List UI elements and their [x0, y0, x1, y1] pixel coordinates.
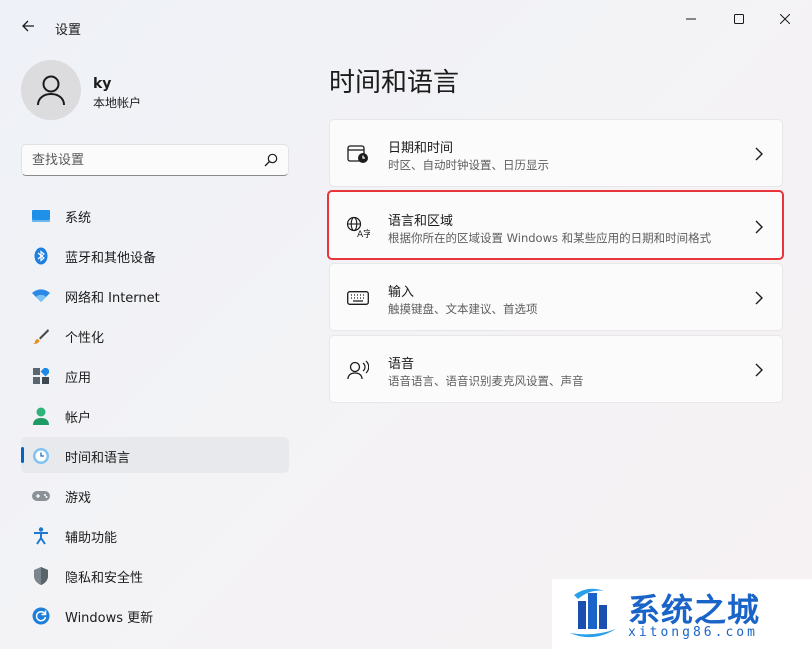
card-input[interactable]: 输入 触摸键盘、文本建议、首选项 — [329, 263, 783, 331]
card-description: 时区、自动时钟设置、日历显示 — [388, 158, 549, 172]
sidebar-item-label: 辅助功能 — [65, 531, 118, 546]
language-region-icon: A字 — [346, 216, 370, 238]
search-input[interactable] — [22, 145, 242, 175]
sidebar-item-label: 帐户 — [65, 411, 92, 426]
search-box[interactable] — [21, 144, 289, 176]
card-description: 触摸键盘、文本建议、首选项 — [388, 302, 538, 316]
user-name: ky — [93, 76, 112, 92]
sidebar-item-label: 系统 — [65, 211, 92, 226]
sidebar-item-label: 隐私和安全性 — [65, 571, 144, 586]
calendar-clock-icon — [346, 143, 370, 165]
card-language-region[interactable]: A字 语言和区域 根据你所在的区域设置 Windows 和某些应用的日期和时间格… — [327, 190, 784, 260]
sidebar-item-label: 应用 — [65, 371, 92, 386]
sidebar-item-accessibility[interactable]: 辅助功能 — [21, 517, 289, 553]
account-icon — [32, 407, 50, 425]
sidebar-item-label: 蓝牙和其他设备 — [65, 251, 157, 266]
title-bar: 设置 — [0, 0, 812, 48]
sidebar-item-apps[interactable]: 应用 — [21, 357, 289, 393]
sidebar-item-gaming[interactable]: 游戏 — [21, 477, 289, 513]
card-description: 根据你所在的区域设置 Windows 和某些应用的日期和时间格式 — [388, 231, 712, 245]
search-icon[interactable] — [264, 153, 278, 167]
sidebar-item-label: 网络和 Internet — [65, 291, 160, 306]
user-icon — [37, 75, 65, 106]
brush-icon — [32, 327, 50, 345]
card-title: 日期和时间 — [388, 141, 454, 156]
sidebar-item-personalization[interactable]: 个性化 — [21, 317, 289, 353]
svg-text:A字: A字 — [357, 228, 370, 238]
minimize-icon — [686, 18, 696, 20]
keyboard-icon — [346, 287, 370, 309]
card-title: 输入 — [388, 285, 415, 300]
sidebar-item-label: 时间和语言 — [65, 451, 131, 466]
chevron-right-icon — [755, 291, 763, 305]
maximize-icon — [734, 14, 744, 24]
shield-icon — [32, 567, 50, 585]
sidebar-item-network[interactable]: 网络和 Internet — [21, 277, 289, 313]
card-speech[interactable]: 语音 语音语言、语音识别麦克风设置、声音 — [329, 335, 783, 403]
watermark-url: xitong86.com — [628, 625, 758, 640]
sidebar-item-system[interactable]: 系统 — [21, 197, 289, 233]
wifi-icon — [32, 287, 50, 305]
sidebar-item-accounts[interactable]: 帐户 — [21, 397, 289, 433]
back-arrow-icon — [22, 20, 34, 32]
close-icon — [780, 14, 790, 24]
update-icon — [32, 607, 50, 625]
gamepad-icon — [32, 487, 50, 505]
maximize-button[interactable] — [716, 4, 762, 34]
accessibility-icon — [32, 527, 50, 545]
page-title: 时间和语言 — [329, 68, 460, 98]
time-language-icon — [32, 447, 50, 465]
sidebar-item-label: 游戏 — [65, 491, 92, 506]
apps-icon — [32, 367, 50, 385]
speech-icon — [346, 359, 370, 381]
sidebar-item-privacy[interactable]: 隐私和安全性 — [21, 557, 289, 593]
sidebar-item-label: 个性化 — [65, 331, 105, 346]
bluetooth-icon — [32, 247, 50, 265]
sidebar-item-bluetooth[interactable]: 蓝牙和其他设备 — [21, 237, 289, 273]
system-icon — [32, 207, 50, 225]
chevron-right-icon — [755, 220, 763, 234]
card-description: 语音语言、语音识别麦克风设置、声音 — [388, 374, 584, 388]
sidebar-item-label: Windows 更新 — [65, 611, 154, 626]
card-title: 语言和区域 — [388, 214, 454, 229]
sidebar-item-time-language[interactable]: 时间和语言 — [21, 437, 289, 473]
sidebar-nav: 系统 蓝牙和其他设备 网络和 Internet 个性化 应用 帐户 时间和语言 … — [21, 197, 289, 637]
card-title: 语音 — [388, 357, 415, 372]
account-type: 本地帐户 — [93, 96, 142, 110]
site-watermark: 系统之城 xitong86.com — [552, 579, 812, 649]
chevron-right-icon — [755, 147, 763, 161]
avatar[interactable] — [21, 60, 81, 120]
close-button[interactable] — [762, 4, 808, 34]
card-date-time[interactable]: 日期和时间 时区、自动时钟设置、日历显示 — [329, 119, 783, 187]
minimize-button[interactable] — [668, 4, 714, 34]
app-title: 设置 — [55, 23, 82, 38]
sidebar-item-windows-update[interactable]: Windows 更新 — [21, 597, 289, 633]
watermark-logo-icon — [570, 588, 616, 638]
back-button[interactable] — [14, 12, 42, 40]
chevron-right-icon — [755, 363, 763, 377]
